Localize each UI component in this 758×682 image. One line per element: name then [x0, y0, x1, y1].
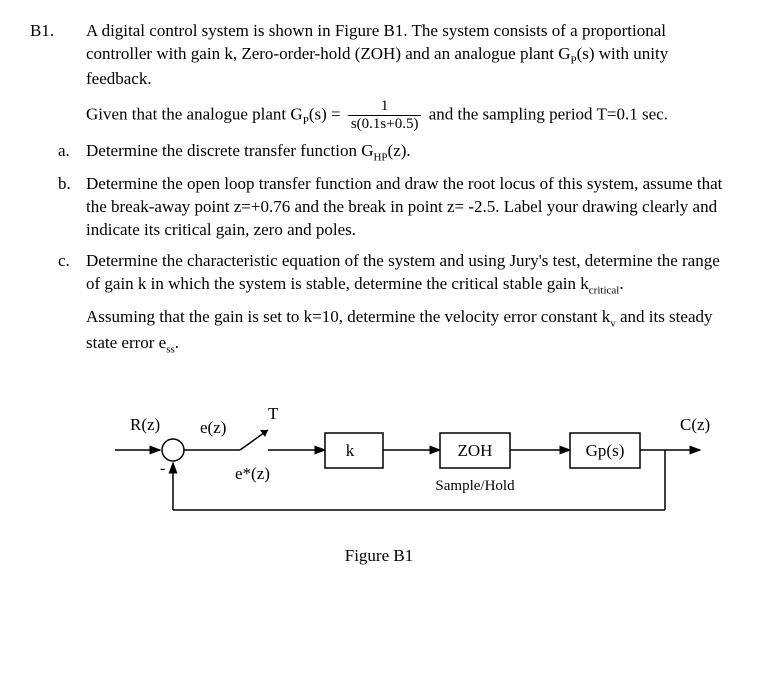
part-a-text: Determine the discrete transfer function… [86, 140, 728, 165]
part-b-label: b. [58, 173, 86, 196]
part-c-t1-sub: critical [589, 284, 620, 296]
part-c-t2-lead: Assuming that the gain is set to k=10, d… [86, 307, 610, 326]
fraction-den: s(0.1s+0.5) [348, 116, 422, 132]
part-a-sub: HP [373, 152, 387, 164]
part-c: c. Determine the characteristic equation… [58, 250, 728, 365]
fraction-num: 1 [348, 99, 422, 116]
part-c-text2: Assuming that the gain is set to k=10, d… [86, 306, 728, 356]
part-c-t2-sub2: ss [166, 343, 175, 355]
part-c-text1: Determine the characteristic equation of… [86, 250, 728, 298]
intro-para-2: Given that the analogue plant GP(s) = 1s… [86, 99, 728, 132]
minus-sign: - [160, 460, 165, 477]
fraction: 1s(0.1s+0.5) [348, 99, 422, 132]
part-c-t1-lead: Determine the characteristic equation of… [86, 251, 720, 293]
part-a-label: a. [58, 140, 86, 163]
label-R: R(z) [130, 415, 160, 434]
block-diagram-svg: R(z) - e(z) T e*(z) k ZOH Sample/Hold [90, 395, 710, 535]
part-c-t1-tail: . [619, 274, 623, 293]
label-sample-hold: Sample/Hold [435, 478, 515, 494]
question-number: B1. [30, 20, 86, 43]
label-estar: e*(z) [235, 464, 270, 483]
label-e: e(z) [200, 418, 226, 437]
part-b-text: Determine the open loop transfer functio… [86, 173, 728, 242]
intro-p2-tail: and the sampling period T=0.1 sec. [424, 105, 667, 124]
label-gp: Gp(s) [586, 441, 625, 460]
figure-caption: Figure B1 [30, 545, 728, 568]
label-T: T [268, 404, 279, 423]
part-c-label: c. [58, 250, 86, 273]
part-a-lead: Determine the discrete transfer function… [86, 141, 373, 160]
part-b: b. Determine the open loop transfer func… [58, 173, 728, 242]
intro-para-1: A digital control system is shown in Fig… [86, 20, 728, 91]
part-a-tail: (z). [388, 141, 411, 160]
intro-p2-lead: Given that the analogue plant G [86, 105, 303, 124]
label-C: C(z) [680, 415, 710, 434]
part-c-t2-tail: . [175, 333, 179, 352]
intro-p2-mid: (s) = [309, 105, 345, 124]
label-k: k [346, 441, 355, 460]
figure-b1: R(z) - e(z) T e*(z) k ZOH Sample/Hold [90, 395, 728, 568]
label-zoh: ZOH [458, 441, 493, 460]
summing-junction [162, 439, 184, 461]
part-a: a. Determine the discrete transfer funct… [58, 140, 728, 165]
question-header: B1. A digital control system is shown in… [30, 20, 728, 91]
